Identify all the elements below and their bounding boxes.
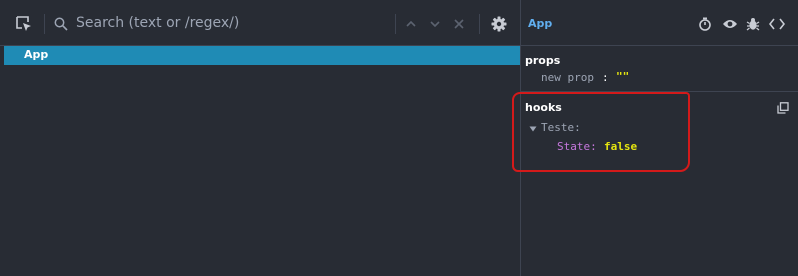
toolbar-separator <box>479 14 480 34</box>
selected-component-name: App <box>528 17 553 30</box>
suspend-button[interactable] <box>697 16 713 32</box>
clear-search-button[interactable] <box>450 15 468 33</box>
prop-colon: : <box>602 71 609 84</box>
chevron-up-icon <box>406 20 416 27</box>
inspector-header: App <box>521 0 798 46</box>
select-element-icon <box>16 16 31 31</box>
gear-icon <box>491 16 507 32</box>
code-icon <box>769 18 785 30</box>
copy-hooks-button[interactable] <box>775 100 791 116</box>
tree-item-app[interactable]: App <box>4 46 520 65</box>
tree-item-label: App <box>24 48 49 61</box>
log-component-button[interactable] <box>745 16 761 32</box>
settings-button[interactable] <box>488 14 510 34</box>
stopwatch-icon <box>699 17 711 31</box>
select-element-button[interactable] <box>12 14 36 34</box>
annotation-outline <box>512 92 690 172</box>
component-tree-panel: Search (text or /regex/) App <box>0 0 520 276</box>
next-result-button[interactable] <box>426 15 444 33</box>
close-icon <box>454 19 464 29</box>
view-source-button[interactable] <box>768 16 786 32</box>
bug-icon <box>746 18 760 31</box>
copy-icon <box>777 102 789 114</box>
chevron-down-icon <box>430 21 440 28</box>
tree-toolbar: Search (text or /regex/) <box>0 0 520 46</box>
prop-value[interactable]: "" <box>616 70 629 83</box>
inspect-element-button[interactable] <box>721 16 739 32</box>
toolbar-separator <box>395 14 396 34</box>
search-icon <box>52 15 70 33</box>
props-section-title: props <box>525 54 561 67</box>
toolbar-separator <box>44 14 45 34</box>
search-input[interactable]: Search (text or /regex/) <box>76 15 239 31</box>
previous-result-button[interactable] <box>402 15 420 33</box>
prop-key[interactable]: new prop <box>541 71 594 84</box>
eye-icon <box>723 20 737 28</box>
